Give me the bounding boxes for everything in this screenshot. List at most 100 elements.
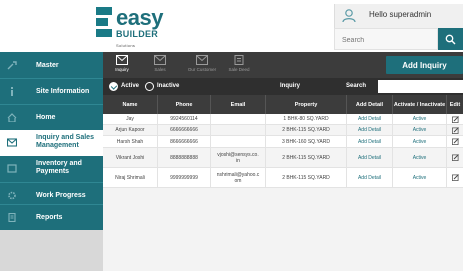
sidebar-item-label: Site Information	[36, 88, 90, 95]
column-header-add-detail[interactable]: Add Detail	[347, 95, 393, 114]
info-icon	[11, 87, 13, 96]
cell-email: vjoshi@sensys.co.in	[211, 148, 266, 167]
sidebar-menu: Master Site Information Home Inquiry and…	[0, 52, 103, 230]
edit-button[interactable]	[447, 114, 463, 124]
user-icon	[342, 9, 356, 23]
tab-label: Inquiry	[115, 67, 129, 72]
column-header-property[interactable]: Property	[266, 95, 347, 114]
table-search-input[interactable]	[378, 80, 463, 93]
edit-button[interactable]	[447, 148, 463, 167]
user-menu[interactable]: Hello superadmin	[334, 4, 463, 28]
toolbar: Inquiry Sales Our Customer Sale Deed Add…	[103, 52, 463, 78]
table-row[interactable]: Niraj Shrimali 9999999999 nshrimali@yaho…	[103, 168, 463, 188]
status-toggle-link[interactable]: Active	[393, 148, 447, 167]
cell-email	[211, 125, 266, 135]
add-detail-link[interactable]: Add Detail	[347, 136, 393, 147]
column-header-status[interactable]: Activate / Inactivate	[393, 95, 447, 114]
cell-phone: 6666666666	[158, 125, 211, 135]
wrench-icon	[7, 61, 17, 70]
sidebar-item-site-information[interactable]: Site Information	[0, 79, 103, 104]
brand-tag: Solutions	[116, 43, 136, 48]
mail-icon	[154, 55, 166, 65]
header: easy BUILDER Solutions Hello superadmin	[0, 0, 463, 52]
sidebar-item-inquiry-sales[interactable]: Inquiry and Sales Management	[0, 130, 103, 156]
add-detail-link[interactable]: Add Detail	[347, 125, 393, 135]
cell-email	[211, 136, 266, 147]
brand-name: easy	[116, 5, 163, 30]
table-row[interactable]: Jay 9924560114 1 BHK-80 SQ.YARD Add Deta…	[103, 114, 463, 125]
cell-property: 3 BHK-160 SQ.YARD	[266, 136, 347, 147]
section-title: Inquiry	[280, 83, 301, 89]
box-icon	[7, 164, 17, 173]
edit-button[interactable]	[447, 136, 463, 147]
cell-phone: 8666666666	[158, 136, 211, 147]
tab-label: Sales	[154, 67, 166, 72]
tab-sales[interactable]: Sales	[141, 52, 179, 78]
sidebar-item-label: Work Progress	[36, 192, 86, 199]
cell-property: 1 BHK-80 SQ.YARD	[266, 114, 347, 124]
sidebar-item-label: Inquiry and Sales Management	[36, 134, 94, 149]
column-header-email[interactable]: Email	[211, 95, 266, 114]
search-input[interactable]	[335, 30, 437, 51]
mail-icon	[7, 138, 17, 147]
status-toggle-link[interactable]: Active	[393, 114, 447, 124]
search-button[interactable]	[438, 28, 463, 50]
inactive-radio-label: Inactive	[157, 83, 180, 89]
add-detail-link[interactable]: Add Detail	[347, 168, 393, 187]
cell-phone: 9924560114	[158, 114, 211, 124]
add-detail-link[interactable]: Add Detail	[347, 148, 393, 167]
edit-icon	[451, 115, 459, 123]
cell-property: 2 BHK-115 SQ.YARD	[266, 148, 347, 167]
edit-icon	[451, 174, 459, 181]
table-search-label: Search	[346, 83, 367, 89]
cell-name: Harsh Shah	[103, 136, 158, 147]
cell-name: Arjun Kapoor	[103, 125, 158, 135]
app-window: easy BUILDER Solutions Hello superadmin …	[0, 0, 463, 271]
filter-bar: Active Inactive Inquiry Search	[103, 78, 463, 95]
home-icon	[7, 113, 17, 122]
edit-button[interactable]	[447, 168, 463, 187]
sidebar-item-reports[interactable]: Reports	[0, 205, 103, 230]
tab-label: Sale Deed	[228, 67, 250, 72]
tab-sale-deed[interactable]: Sale Deed	[220, 52, 258, 78]
add-detail-link[interactable]: Add Detail	[347, 114, 393, 124]
sidebar-item-label: Reports	[36, 214, 63, 221]
edit-button[interactable]	[447, 125, 463, 135]
sidebar-item-inventory[interactable]: Inventory and Payments	[0, 156, 103, 182]
search-icon	[445, 34, 456, 44]
status-toggle-link[interactable]: Active	[393, 168, 447, 187]
table-row[interactable]: Vikrant Joshi 8888888888 vjoshi@sensys.c…	[103, 148, 463, 168]
logo-mark-icon	[96, 7, 112, 37]
mail-icon	[196, 55, 208, 65]
add-inquiry-button[interactable]: Add Inquiry	[386, 56, 463, 74]
table-header: Name Phone Email Property Add Detail Act…	[103, 95, 463, 114]
active-radio[interactable]	[109, 82, 118, 91]
status-toggle-link[interactable]: Active	[393, 125, 447, 135]
brand-logo[interactable]: easy BUILDER Solutions	[96, 5, 166, 48]
document-icon	[234, 55, 244, 65]
inactive-radio[interactable]	[145, 82, 154, 91]
sidebar-item-home[interactable]: Home	[0, 105, 103, 130]
mail-icon	[116, 55, 128, 65]
status-toggle-link[interactable]: Active	[393, 136, 447, 147]
cell-name: Niraj Shrimali	[103, 168, 158, 187]
table-row[interactable]: Harsh Shah 8666666666 3 BHK-160 SQ.YARD …	[103, 136, 463, 148]
column-header-name[interactable]: Name	[103, 95, 158, 114]
tab-our-customer[interactable]: Our Customer	[181, 52, 223, 78]
tab-inquiry[interactable]: Inquiry	[103, 52, 141, 78]
table-row[interactable]: Arjun Kapoor 6666666666 2 BHK-115 SQ.YAR…	[103, 125, 463, 136]
edit-icon	[451, 126, 459, 134]
cell-email	[211, 114, 266, 124]
sidebar-item-master[interactable]: Master	[0, 53, 103, 78]
cell-phone: 9999999999	[158, 168, 211, 187]
column-header-phone[interactable]: Phone	[158, 95, 211, 114]
column-header-edit[interactable]: Edit	[447, 95, 463, 114]
cell-phone: 8888888888	[158, 148, 211, 167]
search-field[interactable]	[334, 28, 438, 51]
active-radio-label: Active	[121, 83, 140, 89]
edit-icon	[451, 138, 459, 145]
edit-icon	[451, 154, 459, 161]
sidebar-item-label: Inventory and Payments	[36, 160, 82, 175]
sidebar-item-label: Home	[36, 114, 56, 121]
cell-property: 2 BHK-115 SQ.YARD	[266, 125, 347, 135]
